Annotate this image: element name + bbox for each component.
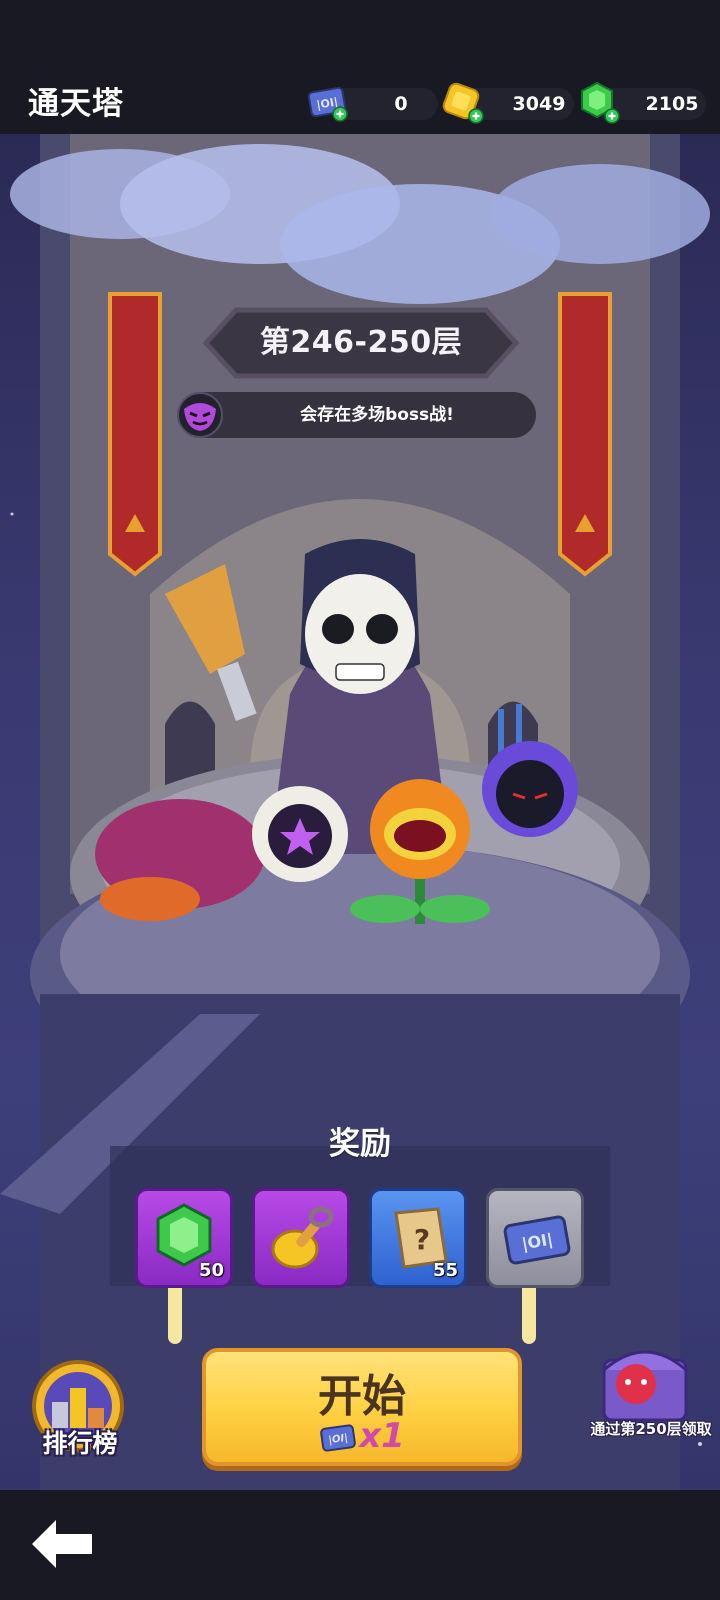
bottom-bar — [0, 1490, 720, 1600]
gem-icon — [581, 81, 620, 124]
chest-reward-label[interactable]: 通过第250层领取 — [576, 1418, 720, 1439]
ticket-icon: |OI| — [320, 1423, 357, 1452]
ticket-count: 0 — [394, 93, 408, 115]
boss-notice-text: 会存在多场boss战! — [300, 405, 454, 425]
reward-count: 55 — [432, 1260, 458, 1281]
tower-scene: 第246-250层 会存在多场boss战! — [0, 134, 720, 1490]
start-cost-value: x1 — [359, 1416, 405, 1456]
reward-count: 50 — [198, 1260, 224, 1281]
rewards-label: 奖励 — [329, 1126, 391, 1162]
start-label: 开始 — [318, 1371, 406, 1422]
start-button[interactable]: 开始 |OI| x1 — [202, 1348, 522, 1466]
leaderboard-label: 排行榜 — [42, 1429, 118, 1458]
gem-count: 2105 — [645, 93, 699, 115]
reward-item-ticket[interactable]: |OI| — [486, 1188, 584, 1288]
boss-notice: 会存在多场boss战! — [177, 392, 536, 438]
tower-ticket-icon: |OI| — [503, 1215, 571, 1265]
svg-text:?: ? — [414, 1223, 430, 1256]
gold-count: 3049 — [512, 93, 566, 115]
gold-icon — [442, 82, 484, 124]
page-title: 通天塔 — [28, 86, 124, 122]
floor-range: 第246-250层 — [259, 325, 463, 360]
start-cost: |OI| x1 — [206, 1416, 518, 1456]
reward-item-gem[interactable]: 50 — [135, 1188, 233, 1288]
reward-item-shovel[interactable] — [252, 1188, 350, 1288]
reward-item-scroll[interactable]: ? 55 — [369, 1188, 467, 1288]
gold-shovel-icon — [271, 1206, 334, 1269]
ticket-icon: |OI| — [308, 86, 348, 122]
top-bar: 通天塔 0 |OI| 3049 2105 — [0, 0, 720, 134]
back-arrow-icon[interactable] — [28, 1516, 98, 1572]
